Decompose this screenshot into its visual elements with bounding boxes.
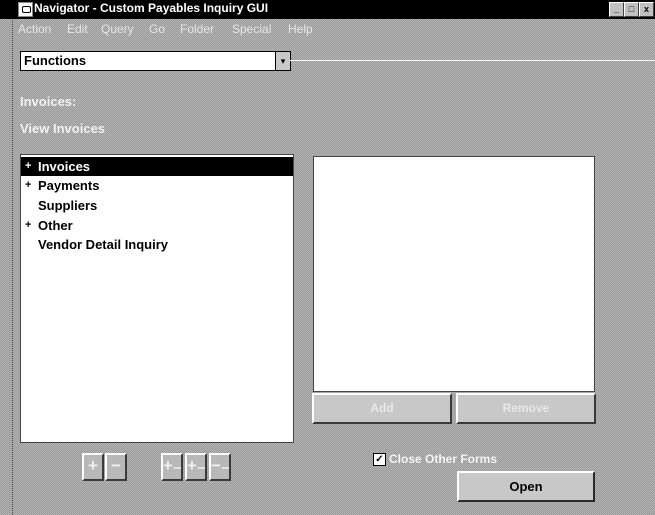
- tree-item-vendor-detail-inquiry[interactable]: Vendor Detail Inquiry: [21, 235, 293, 254]
- menu-query[interactable]: Query: [101, 22, 134, 36]
- tree-item-payments[interactable]: + Payments: [21, 176, 293, 195]
- section-label: Invoices:: [20, 94, 77, 109]
- left-gutter: [0, 20, 13, 515]
- subsection-label: View Invoices: [20, 121, 106, 136]
- expand-button[interactable]: +: [82, 453, 104, 481]
- tree-item-label: Other: [38, 218, 73, 233]
- remove-button[interactable]: Remove: [456, 393, 596, 424]
- menu-go[interactable]: Go: [149, 22, 165, 36]
- chevron-down-icon[interactable]: ▾: [275, 51, 291, 71]
- close-other-forms-checkbox[interactable]: ✓: [373, 453, 386, 466]
- tree-item-label: Vendor Detail Inquiry: [38, 237, 169, 252]
- tree-item-invoices[interactable]: + Invoices: [21, 157, 293, 176]
- tree-item-label: Payments: [38, 178, 100, 193]
- expand-all-button[interactable]: +₋: [185, 453, 207, 481]
- menu-edit[interactable]: Edit: [67, 22, 88, 36]
- expand-icon[interactable]: +: [25, 157, 31, 176]
- top-ten-list[interactable]: [313, 156, 595, 392]
- expand-icon[interactable]: +: [25, 176, 31, 195]
- maximize-icon[interactable]: □: [624, 2, 639, 17]
- title-bar: Navigator - Custom Payables Inquiry GUI …: [0, 0, 655, 19]
- add-button[interactable]: Add: [312, 393, 452, 424]
- functions-select[interactable]: Functions: [20, 51, 279, 71]
- expand-branch-button[interactable]: +₋: [161, 453, 183, 481]
- tree-item-suppliers[interactable]: Suppliers: [21, 196, 293, 215]
- minimize-icon[interactable]: _: [609, 2, 624, 17]
- menu-folder[interactable]: Folder: [180, 22, 214, 36]
- tree-item-other[interactable]: + Other: [21, 216, 293, 235]
- divider-line: [290, 60, 655, 61]
- menu-special[interactable]: Special: [232, 22, 271, 36]
- window-title: Navigator - Custom Payables Inquiry GUI: [34, 1, 269, 15]
- close-icon[interactable]: x: [639, 2, 654, 17]
- expand-icon[interactable]: +: [25, 216, 31, 235]
- function-tree[interactable]: + Invoices + Payments Suppliers + Other …: [20, 154, 294, 443]
- collapse-all-button[interactable]: −₋: [209, 453, 231, 481]
- collapse-button[interactable]: −: [105, 453, 127, 481]
- menu-bar: Action Edit Query Go Folder Special Help: [0, 20, 655, 38]
- open-button[interactable]: Open: [457, 471, 595, 502]
- menu-action[interactable]: Action: [18, 22, 51, 36]
- tree-item-label: Suppliers: [38, 198, 98, 213]
- close-other-forms-label[interactable]: Close Other Forms: [389, 452, 497, 466]
- menu-help[interactable]: Help: [288, 22, 313, 36]
- tree-item-label: Invoices: [38, 159, 91, 174]
- app-icon[interactable]: [18, 2, 33, 17]
